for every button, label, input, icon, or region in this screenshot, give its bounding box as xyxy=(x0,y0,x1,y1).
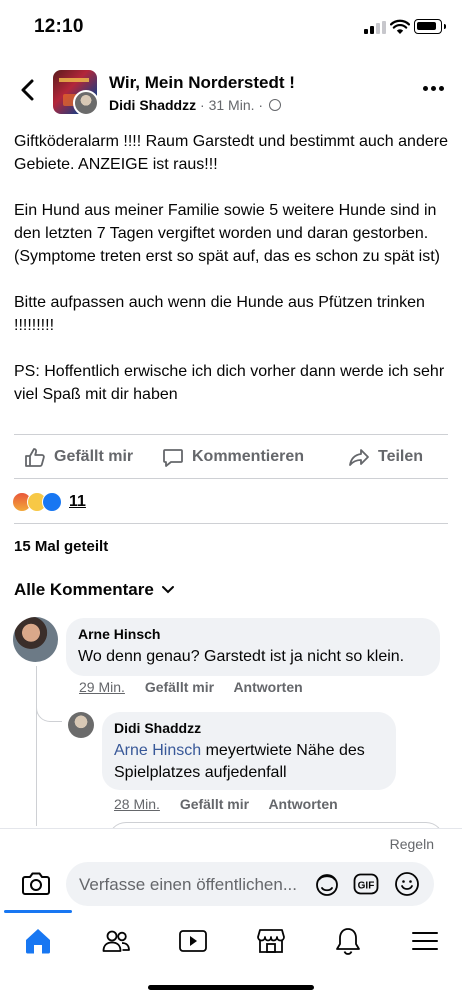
menu-icon[interactable] xyxy=(410,926,440,956)
author-avatar[interactable] xyxy=(73,90,99,116)
post-header: Wir, Mein Norderstedt ! Didi Shaddzz · 3… xyxy=(0,60,462,122)
comment-label: Kommentieren xyxy=(192,448,305,465)
comment-input[interactable] xyxy=(79,875,307,895)
group-name[interactable]: Wir, Mein Norderstedt ! xyxy=(109,73,295,93)
reply-bubble[interactable]: Didi Shaddzz Arne Hinsch meyertwiete Näh… xyxy=(102,712,396,790)
reply-reply-button[interactable]: Antworten xyxy=(268,796,337,812)
avatar-sticker-icon[interactable] xyxy=(314,871,340,897)
marketplace-icon[interactable] xyxy=(256,926,286,956)
active-tab-indicator xyxy=(4,910,72,913)
reply-avatar[interactable] xyxy=(68,712,94,738)
like-button[interactable]: Gefällt mir xyxy=(24,445,133,469)
shares-count[interactable]: 15 Mal geteilt xyxy=(14,538,108,555)
friends-icon[interactable] xyxy=(101,926,131,956)
status-bar: 12:10 xyxy=(0,0,462,54)
reactions-summary[interactable]: 11 xyxy=(12,491,86,513)
share-button[interactable]: Teilen xyxy=(348,445,423,469)
comments-filter-label: Alle Kommentare xyxy=(14,580,154,599)
post-meta: Didi Shaddzz · 31 Min. · xyxy=(109,97,281,113)
comment-bubble[interactable]: Arne Hinsch Wo denn genau? Garstedt ist … xyxy=(66,618,440,676)
like-reaction-icon xyxy=(42,492,62,512)
post-body: Giftköderalarm !!!! Raum Garstedt und be… xyxy=(14,130,450,429)
home-icon[interactable] xyxy=(23,926,53,956)
notifications-icon[interactable] xyxy=(333,926,363,956)
battery-icon xyxy=(414,19,446,34)
divider xyxy=(14,434,448,435)
comment-composer[interactable]: GIF xyxy=(66,862,434,906)
comment-author[interactable]: Arne Hinsch xyxy=(78,626,428,642)
post-paragraph: Giftköderalarm !!!! Raum Garstedt und be… xyxy=(14,133,448,173)
rules-link[interactable]: Regeln xyxy=(390,836,434,852)
comment-icon xyxy=(163,449,183,467)
comment-text: Wo denn genau? Garstedt ist ja nicht so … xyxy=(78,648,405,665)
post-paragraph: Ein Hund aus meiner Familie sowie 5 weit… xyxy=(14,202,440,265)
divider xyxy=(14,478,448,479)
like-label: Gefällt mir xyxy=(54,448,134,465)
reply-like-button[interactable]: Gefällt mir xyxy=(180,796,249,812)
author-name[interactable]: Didi Shaddzz xyxy=(109,97,196,113)
reply-actions: 28 Min. Gefällt mir Antworten xyxy=(114,796,354,812)
meta-separator-2: · xyxy=(258,97,264,113)
commenter-avatar[interactable] xyxy=(13,617,58,662)
globe-icon xyxy=(268,99,281,111)
comment-like-button[interactable]: Gefällt mir xyxy=(145,679,214,695)
tab-bar xyxy=(0,910,462,972)
home-indicator xyxy=(148,985,314,990)
divider xyxy=(14,523,448,524)
reply-mention[interactable]: Arne Hinsch xyxy=(114,742,201,759)
reply-text: Arne Hinsch meyertwiete Nähe des Spielpl… xyxy=(114,740,384,784)
video-icon[interactable] xyxy=(178,926,208,956)
reply-author[interactable]: Didi Shaddzz xyxy=(114,720,384,736)
camera-icon[interactable] xyxy=(21,869,51,897)
reply-time[interactable]: 28 Min. xyxy=(114,796,160,812)
meta-separator: · xyxy=(200,97,205,113)
comment-time[interactable]: 29 Min. xyxy=(79,679,125,695)
back-button[interactable] xyxy=(14,76,42,104)
emoji-icon[interactable] xyxy=(394,871,420,897)
share-icon xyxy=(349,449,369,466)
signal-icon xyxy=(364,21,386,34)
comment-reply-button[interactable]: Antworten xyxy=(233,679,302,695)
chevron-down-icon xyxy=(161,586,174,594)
post-paragraph: PS: Hoffentlich erwische ich dich vorher… xyxy=(14,363,445,403)
reaction-count[interactable]: 11 xyxy=(69,493,86,511)
post-paragraph: Bitte aufpassen auch wenn die Hunde aus … xyxy=(14,294,425,334)
more-options-button[interactable] xyxy=(423,86,447,94)
comment-actions: 29 Min. Gefällt mir Antworten xyxy=(79,679,319,695)
thumbs-up-icon xyxy=(25,448,45,467)
share-label: Teilen xyxy=(378,448,424,465)
thread-connector xyxy=(36,690,62,722)
comments-filter[interactable]: Alle Kommentare xyxy=(14,580,175,600)
wifi-icon xyxy=(390,19,410,34)
comment-button[interactable]: Kommentieren xyxy=(162,445,304,469)
post-actions: Gefällt mir Kommentieren Teilen xyxy=(0,436,462,478)
gif-icon[interactable]: GIF xyxy=(353,871,379,897)
gif-label: GIF xyxy=(358,881,375,892)
post-time[interactable]: 31 Min. xyxy=(209,97,255,113)
status-time: 12:10 xyxy=(34,16,84,37)
